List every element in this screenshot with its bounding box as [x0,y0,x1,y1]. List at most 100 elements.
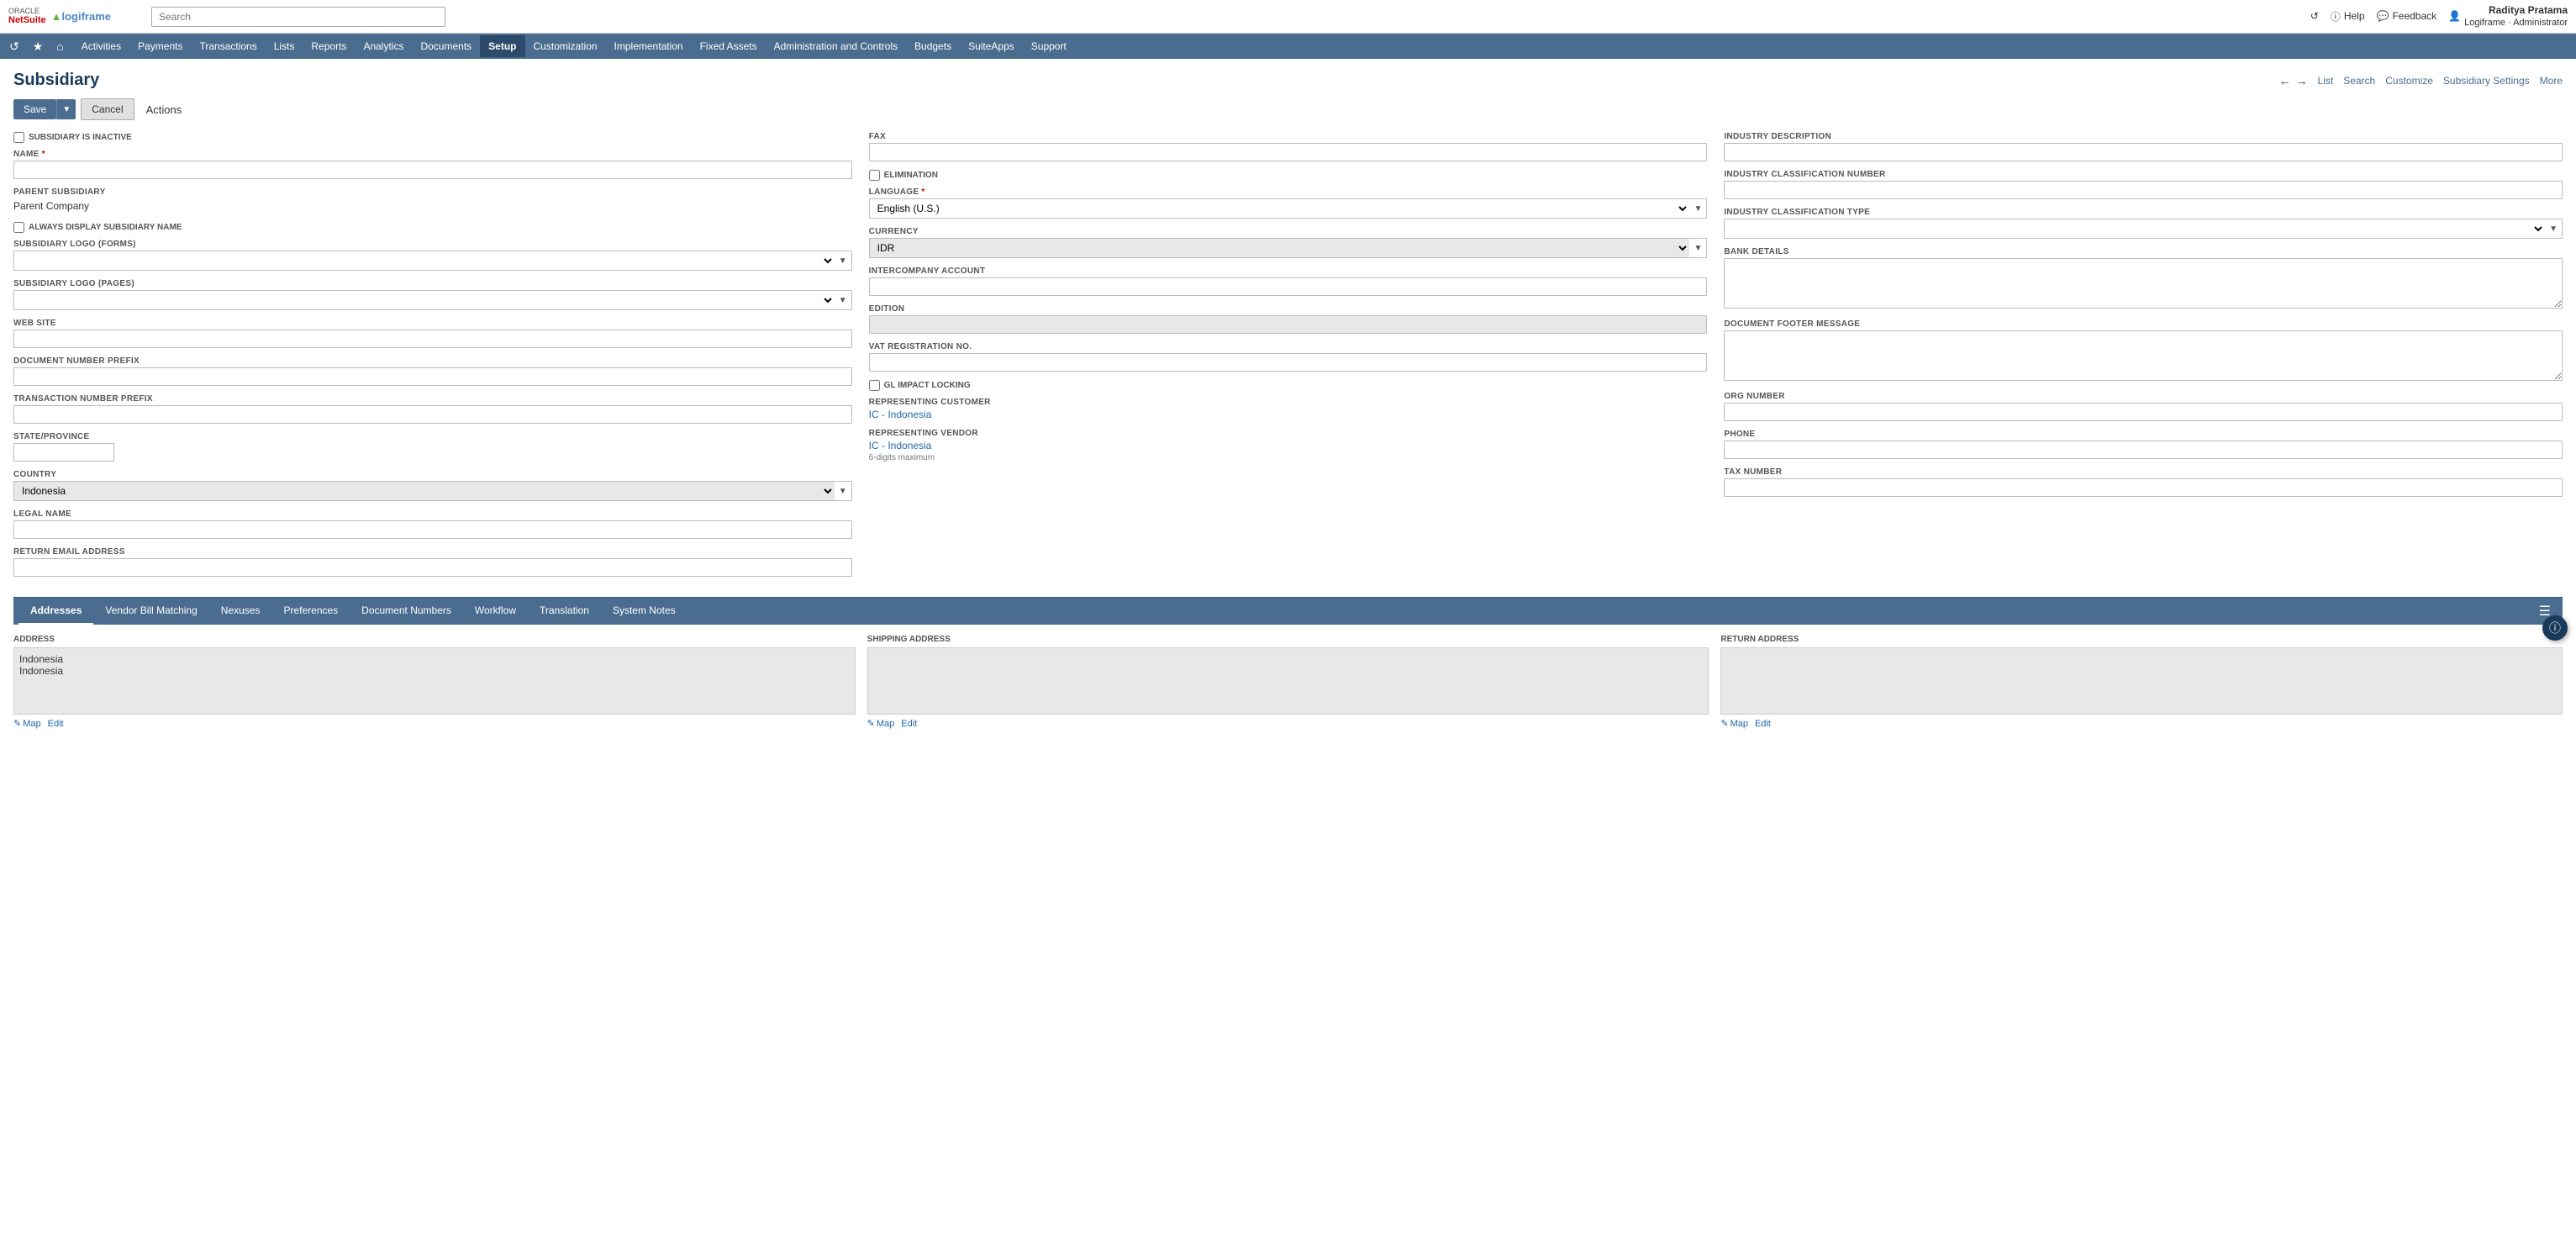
search-link[interactable]: Search [2343,75,2375,87]
shipping-edit-button[interactable]: Edit [901,718,917,729]
nav-item-suiteapps[interactable]: SuiteApps [960,35,1023,57]
legal-name-input[interactable] [13,520,852,539]
always-display-row: ALWAYS DISPLAY SUBSIDIARY NAME [13,222,852,233]
tab-vendor-bill-matching[interactable]: Vendor Bill Matching [93,598,208,625]
tab-translation[interactable]: Translation [528,598,601,625]
gl-impact-checkbox[interactable] [869,380,880,391]
nav-item-documents[interactable]: Documents [412,35,480,57]
prev-record-arrow[interactable]: ← [2279,74,2291,87]
language-select-wrapper: English (U.S.) ▼ [869,198,1708,219]
name-input[interactable]: Indonesia [13,161,852,179]
doc-footer-textarea[interactable] [1724,330,2563,381]
nav-item-activities[interactable]: Activities [73,35,129,57]
representing-customer-group: REPRESENTING CUSTOMER IC - Indonesia [869,398,1708,420]
return-map-button[interactable]: ✎ Map [1720,718,1748,729]
nav-item-support[interactable]: Support [1023,35,1075,57]
actions-button[interactable]: Actions [140,99,189,120]
address-edit-button[interactable]: Edit [48,718,64,729]
nav-item-implementation[interactable]: Implementation [606,35,692,57]
top-right-area: ↺ ⓘ Help 💬 Feedback 👤 Raditya Pratama Lo… [2310,4,2568,29]
gl-impact-row: GL IMPACT LOCKING [869,380,1708,391]
nav-item-admin-controls[interactable]: Administration and Controls [766,35,906,57]
currency-select[interactable]: IDR [870,239,1690,257]
phone-input[interactable] [1724,441,2563,459]
shipping-actions: ✎ Map Edit [867,718,1709,729]
parent-subsidiary-value: Parent Company [13,198,852,214]
doc-number-prefix-input[interactable]: IN- [13,367,852,386]
subsidiary-inactive-checkbox[interactable] [13,132,24,143]
fax-input[interactable] [869,143,1708,161]
shipping-label: SHIPPING ADDRESS [867,635,1709,644]
feedback-button[interactable]: 💬 Feedback [2377,10,2437,22]
nav-item-customization[interactable]: Customization [525,35,606,57]
state-province-input[interactable]: IN [13,443,114,462]
nav-home-icons: ↺ ★ ⌂ [5,38,68,55]
nav-item-payments[interactable]: Payments [129,35,191,57]
elimination-row: ELIMINATION [869,170,1708,181]
elimination-checkbox[interactable] [869,170,880,181]
industry-class-type-select[interactable] [1725,219,2545,238]
list-link[interactable]: List [2318,75,2334,87]
form-col-3: INDUSTRY DESCRIPTION INDUSTRY CLASSIFICA… [1724,132,2563,585]
search-input[interactable] [151,7,445,27]
tab-system-notes[interactable]: System Notes [601,598,687,625]
tab-workflow[interactable]: Workflow [463,598,528,625]
web-site-input[interactable]: http://logiframe.com [13,330,852,348]
vat-input[interactable]: 010.008-24.53252611 [869,353,1708,372]
representing-customer-link[interactable]: IC - Indonesia [869,409,932,420]
nav-home-icon[interactable]: ⌂ [52,38,67,55]
tab-document-numbers[interactable]: Document Numbers [350,598,463,625]
logo-forms-select-wrapper: ▼ [13,251,852,271]
tab-nexuses[interactable]: Nexuses [209,598,272,625]
more-link[interactable]: More [2540,75,2563,87]
nav-star-icon[interactable]: ★ [29,38,48,55]
return-email-input[interactable] [13,558,852,577]
bank-details-textarea[interactable] [1724,258,2563,309]
txn-number-prefix-input[interactable]: IN- [13,405,852,424]
address-map-button[interactable]: ✎ Map [13,718,41,729]
address-label: ADDRESS [13,635,856,644]
shipping-map-button[interactable]: ✎ Map [867,718,895,729]
logo-forms-select[interactable] [14,251,835,270]
help-button[interactable]: ⓘ Help [2331,9,2365,24]
nav-item-lists[interactable]: Lists [266,35,303,57]
address-columns: ADDRESS Indonesia Indonesia ✎ Map Edit [13,635,2563,729]
return-edit-button[interactable]: Edit [1755,718,1771,729]
logo-pages-select[interactable] [14,291,835,309]
cancel-button[interactable]: Cancel [81,98,134,120]
tax-number-input[interactable] [1724,478,2563,497]
always-display-checkbox[interactable] [13,222,24,233]
nav-item-analytics[interactable]: Analytics [355,35,412,57]
logo-pages-select-wrapper: ▼ [13,290,852,310]
nav-item-fixed-assets[interactable]: Fixed Assets [692,35,766,57]
nav-item-transactions[interactable]: Transactions [191,35,265,57]
tab-preferences[interactable]: Preferences [271,598,350,625]
return-label: RETURN ADDRESS [1720,635,2563,644]
subsidiary-inactive-row: SUBSIDIARY IS INACTIVE [13,132,852,143]
user-menu[interactable]: 👤 Raditya Pratama Logiframe · Administra… [2448,4,2568,29]
customize-link[interactable]: Customize [2385,75,2433,87]
country-select[interactable]: Indonesia [14,482,835,500]
industry-desc-group: INDUSTRY DESCRIPTION [1724,132,2563,161]
nav-item-budgets[interactable]: Budgets [906,35,960,57]
form-col-2: FAX ELIMINATION LANGUAGE * English (U.S.… [869,132,1708,585]
nav-item-setup[interactable]: Setup [480,35,524,57]
doc-footer-label: DOCUMENT FOOTER MESSAGE [1724,319,2563,329]
industry-desc-input[interactable] [1724,143,2563,161]
org-number-input[interactable] [1724,403,2563,421]
intercompany-input[interactable] [869,277,1708,296]
representing-vendor-link[interactable]: IC - Indonesia [869,440,932,451]
language-select[interactable]: English (U.S.) [870,199,1690,218]
page-title-row: Subsidiary ← → List Search Customize Sub… [13,71,2563,90]
nav-refresh-icon[interactable]: ↺ [5,38,24,55]
subsidiary-settings-link[interactable]: Subsidiary Settings [2443,75,2530,87]
save-button[interactable]: Save [13,99,56,119]
next-record-arrow[interactable]: → [2296,74,2308,87]
industry-class-num-input[interactable] [1724,181,2563,199]
back-button[interactable]: ↺ [2310,10,2319,22]
industry-desc-label: INDUSTRY DESCRIPTION [1724,132,2563,141]
tab-addresses[interactable]: Addresses [18,598,93,625]
floating-info-button[interactable]: ⓘ [2542,615,2568,641]
save-dropdown-button[interactable]: ▼ [56,99,76,119]
nav-item-reports[interactable]: Reports [303,35,355,57]
